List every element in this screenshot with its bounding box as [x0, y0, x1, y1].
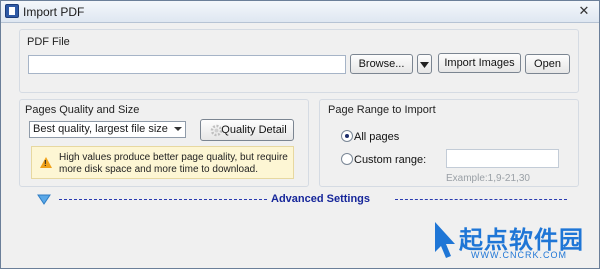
watermark-logo: 起点软件园 WWW.CNCRK.COM [433, 218, 593, 264]
gear-icon [210, 124, 223, 137]
chevron-down-icon [37, 194, 51, 205]
title-bar[interactable]: Import PDF ✕ [1, 1, 599, 23]
custom-range-input[interactable] [446, 149, 559, 168]
advanced-settings-row: Advanced Settings [37, 193, 567, 206]
quality-warning-text: High values produce better page quality,… [59, 152, 288, 175]
pdf-file-group-title: PDF File [27, 36, 70, 48]
custom-range-label[interactable]: Custom range: [354, 154, 426, 166]
app-icon [5, 4, 19, 18]
pdf-path-input[interactable] [28, 55, 346, 74]
all-pages-label[interactable]: All pages [354, 131, 399, 143]
advanced-settings-divider-right [395, 199, 567, 200]
advanced-settings-toggle[interactable] [37, 194, 51, 205]
quality-select-value: Best quality, largest file size [33, 123, 168, 135]
quality-detail-label: Quality Detail [221, 124, 287, 136]
advanced-settings-label[interactable]: Advanced Settings [271, 193, 370, 205]
custom-range-radio[interactable] [341, 153, 353, 165]
quality-select[interactable]: Best quality, largest file size [29, 121, 186, 138]
chevron-down-icon [420, 62, 429, 68]
warning-icon [40, 157, 52, 168]
browse-button[interactable]: Browse... [350, 54, 413, 74]
import-pdf-window: Import PDF ✕ PDF File Browse... Import I… [0, 0, 600, 269]
quality-detail-button[interactable]: Quality Detail [200, 119, 294, 141]
page-range-group-title: Page Range to Import [328, 104, 436, 116]
all-pages-radio[interactable] [341, 130, 353, 142]
import-images-button[interactable]: Import Images [438, 53, 521, 73]
advanced-settings-divider-left [59, 199, 267, 200]
window-title: Import PDF [23, 5, 85, 19]
browse-dropdown-button[interactable] [417, 54, 432, 74]
cursor-arrow-icon [435, 222, 455, 258]
chevron-down-icon [174, 127, 182, 131]
custom-range-example: Example:1,9-21,30 [446, 173, 530, 184]
quality-group-title: Pages Quality and Size [25, 104, 140, 116]
close-button[interactable]: ✕ [575, 4, 593, 18]
open-button[interactable]: Open [525, 54, 570, 74]
watermark-url: WWW.CNCRK.COM [471, 250, 567, 260]
quality-warning-box: High values produce better page quality,… [31, 146, 294, 179]
